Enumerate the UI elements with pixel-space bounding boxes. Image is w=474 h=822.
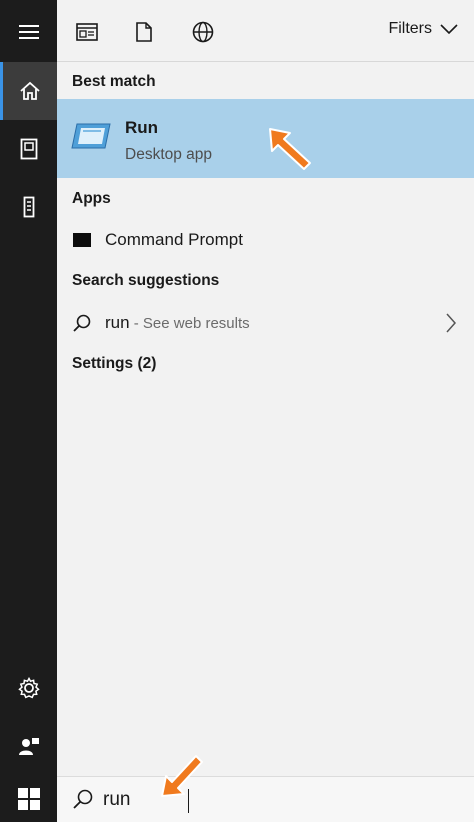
search-results-panel: Filters Best match Run Desktop app Apps … <box>57 0 474 776</box>
document-filter-icon <box>136 22 152 42</box>
documents-button[interactable] <box>0 120 57 178</box>
chevron-down-icon <box>440 24 458 34</box>
annotation-arrow-icon <box>161 755 203 797</box>
hamburger-menu-icon <box>18 25 39 39</box>
command-prompt-icon <box>73 233 91 247</box>
apps-header: Apps <box>72 190 111 207</box>
home-icon <box>20 81 40 100</box>
suggestion-query: run <box>105 313 130 332</box>
search-box[interactable] <box>57 776 474 822</box>
device-button[interactable] <box>0 178 57 236</box>
chevron-right-icon <box>446 313 456 333</box>
best-match-subtitle: Desktop app <box>125 146 213 163</box>
web-filter-icon <box>192 21 214 43</box>
web-suggestion-row[interactable]: run - See web results <box>57 303 474 343</box>
documents-filter-button[interactable] <box>128 16 160 48</box>
search-icon <box>73 314 91 332</box>
app-result-label: Command Prompt <box>105 230 243 249</box>
feedback-button[interactable] <box>0 717 57 775</box>
web-filter-button[interactable] <box>187 16 219 48</box>
suggestion-hint: - See web results <box>129 315 250 332</box>
search-input[interactable] <box>103 787 433 813</box>
run-dialog-icon <box>71 123 111 149</box>
filters-label: Filters <box>388 20 432 37</box>
settings-gear-icon <box>17 677 40 699</box>
left-rail <box>0 0 57 822</box>
apps-filter-button[interactable] <box>71 16 103 48</box>
filters-dropdown[interactable]: Filters <box>388 20 458 38</box>
start-button[interactable] <box>0 776 57 822</box>
app-result-command-prompt[interactable]: Command Prompt <box>57 220 474 260</box>
home-button[interactable] <box>0 62 57 120</box>
search-icon <box>73 789 93 809</box>
menu-button[interactable] <box>0 3 57 61</box>
settings-header[interactable]: Settings (2) <box>72 355 156 373</box>
user-feedback-icon <box>18 738 39 755</box>
search-suggestions-header: Search suggestions <box>72 272 220 289</box>
documents-icon <box>20 138 37 160</box>
filter-toolbar: Filters <box>57 0 474 62</box>
best-match-title: Run <box>125 118 159 137</box>
apps-filter-icon <box>76 23 98 41</box>
best-match-header: Best match <box>72 73 156 90</box>
settings-button[interactable] <box>0 659 57 717</box>
device-icon <box>23 196 34 218</box>
annotation-arrow-icon <box>269 128 311 170</box>
windows-start-icon <box>17 788 40 810</box>
